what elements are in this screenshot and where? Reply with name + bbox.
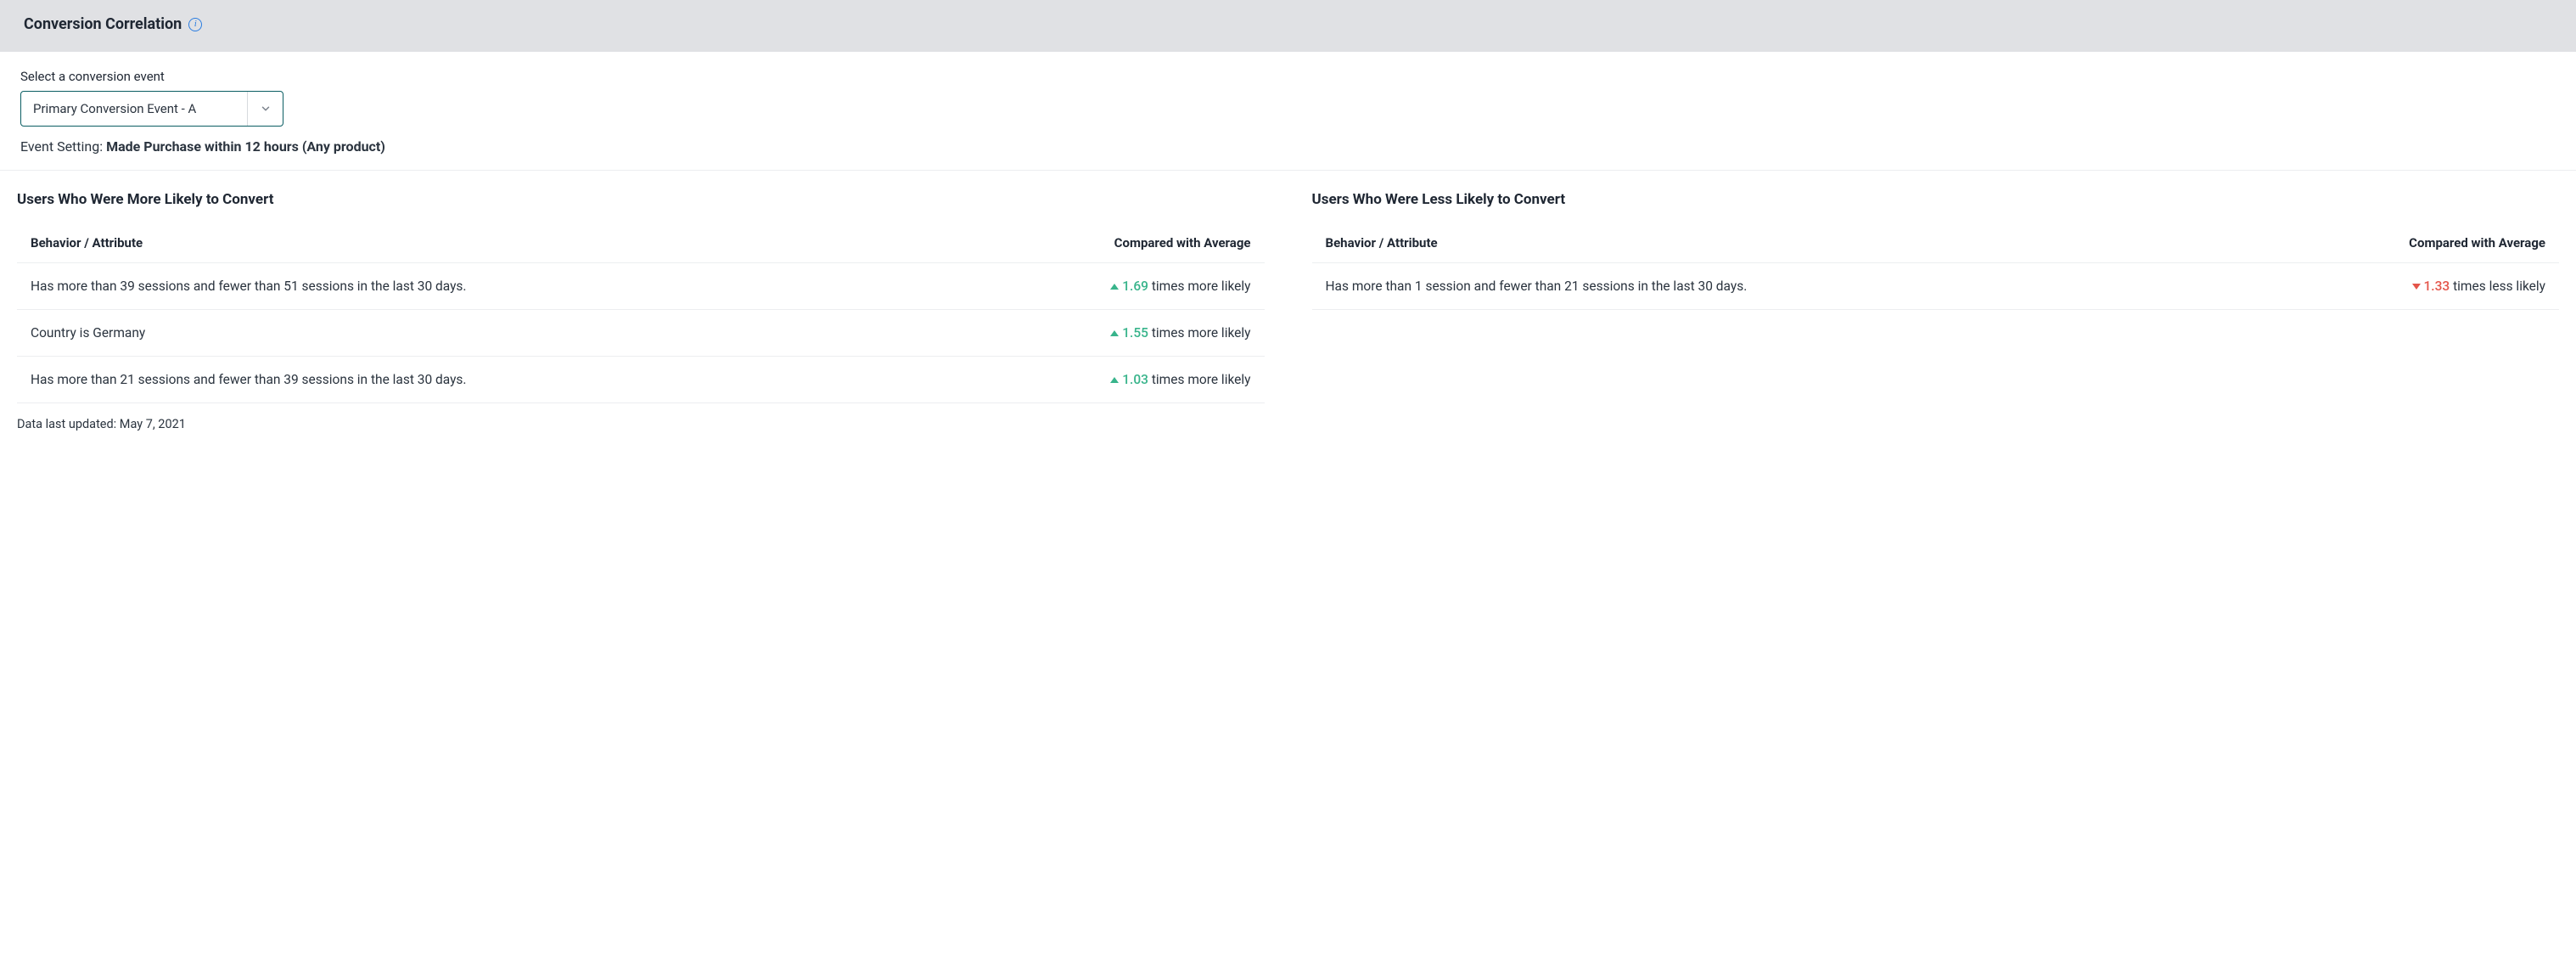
panel-more-likely-title: Users Who Were More Likely to Convert: [17, 191, 1265, 208]
controls-section: Select a conversion event Primary Conver…: [0, 52, 2576, 171]
page-title: Conversion Correlation: [24, 15, 182, 33]
info-icon[interactable]: i: [188, 18, 202, 31]
panels: Users Who Were More Likely to Convert Be…: [0, 171, 2576, 410]
cell-behavior: Has more than 21 sessions and fewer than…: [17, 357, 933, 403]
cell-behavior: Has more than 39 sessions and fewer than…: [17, 263, 933, 310]
cell-suffix: times more likely: [1148, 279, 1251, 294]
footer-last-updated-label: Data last updated:: [17, 417, 120, 431]
event-setting-label: Event Setting:: [20, 138, 106, 155]
conversion-event-select[interactable]: Primary Conversion Event - A: [20, 91, 283, 127]
cell-value: 1.03: [1122, 372, 1148, 387]
cell-compared: 1.33 times less likely: [2225, 263, 2559, 310]
arrow-up-icon: [1110, 284, 1119, 290]
table-row: Has more than 1 session and fewer than 2…: [1312, 263, 2560, 310]
table-row: Has more than 21 sessions and fewer than…: [17, 357, 1265, 403]
panel-less-likely: Users Who Were Less Likely to Convert Be…: [1312, 191, 2560, 403]
col-compared: Compared with Average: [933, 223, 1264, 263]
cell-suffix: times more likely: [1148, 372, 1251, 387]
event-setting: Event Setting: Made Purchase within 12 h…: [20, 138, 2556, 155]
footer-last-updated: Data last updated: May 7, 2021: [0, 410, 2576, 452]
conversion-event-label: Select a conversion event: [20, 69, 2556, 84]
table-row: Has more than 39 sessions and fewer than…: [17, 263, 1265, 310]
col-compared: Compared with Average: [2225, 223, 2559, 263]
header: Conversion Correlation i: [0, 0, 2576, 52]
col-behavior: Behavior / Attribute: [1312, 223, 2226, 263]
cell-value: 1.69: [1122, 279, 1148, 294]
cell-value: 1.55: [1122, 325, 1148, 341]
table-row: Country is Germany 1.55 times more likel…: [17, 310, 1265, 357]
panel-less-likely-title: Users Who Were Less Likely to Convert: [1312, 191, 2560, 208]
cell-value: 1.33: [2424, 279, 2450, 294]
conversion-event-select-value: Primary Conversion Event - A: [21, 92, 247, 126]
cell-compared: 1.03 times more likely: [933, 357, 1264, 403]
event-setting-value: Made Purchase within 12 hours (Any produ…: [106, 138, 385, 155]
col-behavior: Behavior / Attribute: [17, 223, 933, 263]
cell-behavior: Country is Germany: [17, 310, 933, 357]
cell-compared: 1.69 times more likely: [933, 263, 1264, 310]
cell-suffix: times more likely: [1148, 325, 1251, 341]
panel-more-likely: Users Who Were More Likely to Convert Be…: [17, 191, 1265, 403]
cell-behavior: Has more than 1 session and fewer than 2…: [1312, 263, 2226, 310]
footer-last-updated-value: May 7, 2021: [120, 417, 186, 431]
table-less-likely: Behavior / Attribute Compared with Avera…: [1312, 223, 2560, 310]
arrow-down-icon: [2412, 284, 2421, 290]
cell-suffix: times less likely: [2450, 279, 2545, 294]
arrow-up-icon: [1110, 330, 1119, 336]
arrow-up-icon: [1110, 377, 1119, 383]
table-more-likely: Behavior / Attribute Compared with Avera…: [17, 223, 1265, 403]
chevron-down-icon: [247, 92, 283, 126]
cell-compared: 1.55 times more likely: [933, 310, 1264, 357]
